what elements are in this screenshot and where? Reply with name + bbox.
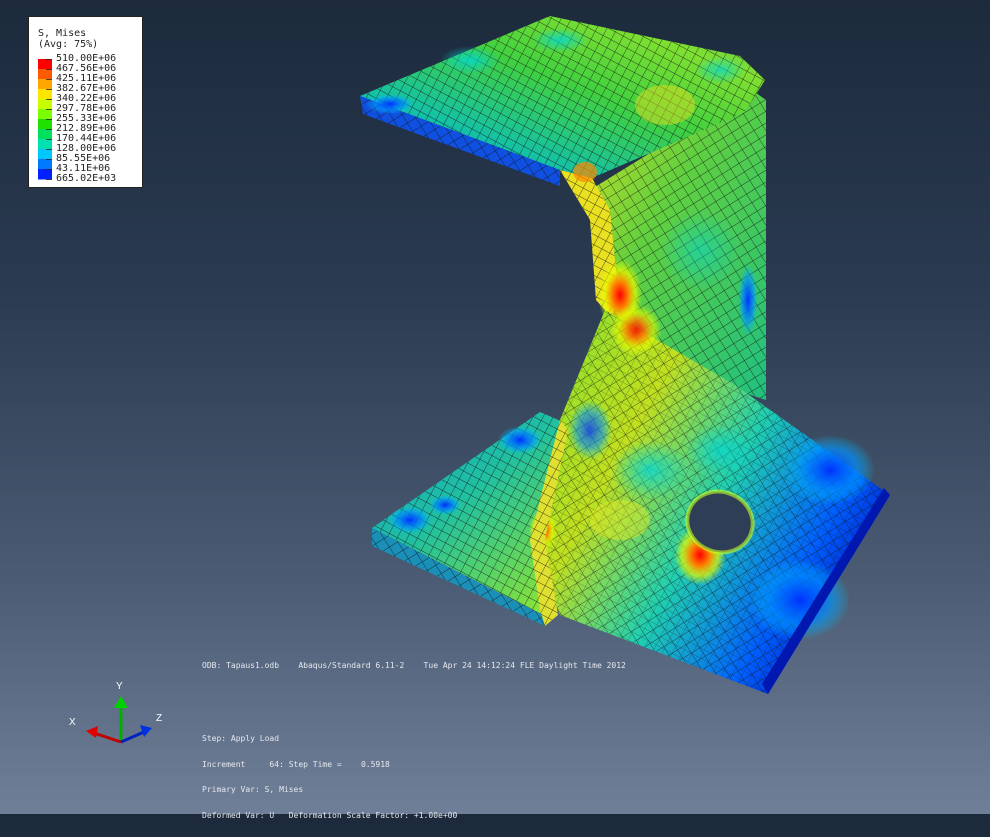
legend-variable: S, Mises [38,28,87,39]
deformed-var: Deformed Var: U Deformation Scale Factor… [202,810,458,820]
z-axis-head [140,725,152,737]
legend-band [38,139,52,150]
contour-legend: S, Mises (Avg: 75%) 510.00E+06 467.56E+06… [28,16,143,188]
legend-band [38,79,52,90]
triad-label-y: Y [116,681,123,692]
legend-band [38,89,52,100]
legend-band [38,109,52,120]
y-axis-head [114,696,128,708]
legend-color-scale [38,59,52,180]
legend-band [38,149,52,160]
legend-averaging: (Avg: 75%) [38,39,99,50]
legend-title: S, Mises (Avg: 75%) [38,28,98,50]
legend-band [38,69,52,80]
z-axis-arrow [120,730,145,744]
triad-label-x: X [69,717,76,728]
model-viewport[interactable]: S, Mises (Avg: 75%) 510.00E+06 467.56E+06… [0,0,990,819]
x-axis-head [86,726,98,738]
step-info-block: Step: Apply Load Increment 64: Step Time… [202,718,457,837]
legend-band [38,169,52,180]
primary-var: Primary Var: S, Mises [202,785,304,794]
x-axis-arrow [93,731,122,744]
triad-label-z: Z [156,713,163,724]
legend-band [38,159,52,170]
legend-band [38,129,52,140]
legend-level-label: 665.02E+03 [56,173,117,184]
increment-info: Increment 64: Step Time = 0.5918 [202,759,390,769]
view-triad[interactable]: Y X Z [66,680,166,750]
legend-band [38,59,52,70]
legend-band [38,99,52,110]
odb-info-text: ODB: Tapaus1.odb Abaqus/Standard 6.11-2 … [202,661,626,670]
step-name: Step: Apply Load [202,734,280,743]
legend-band [38,119,52,130]
